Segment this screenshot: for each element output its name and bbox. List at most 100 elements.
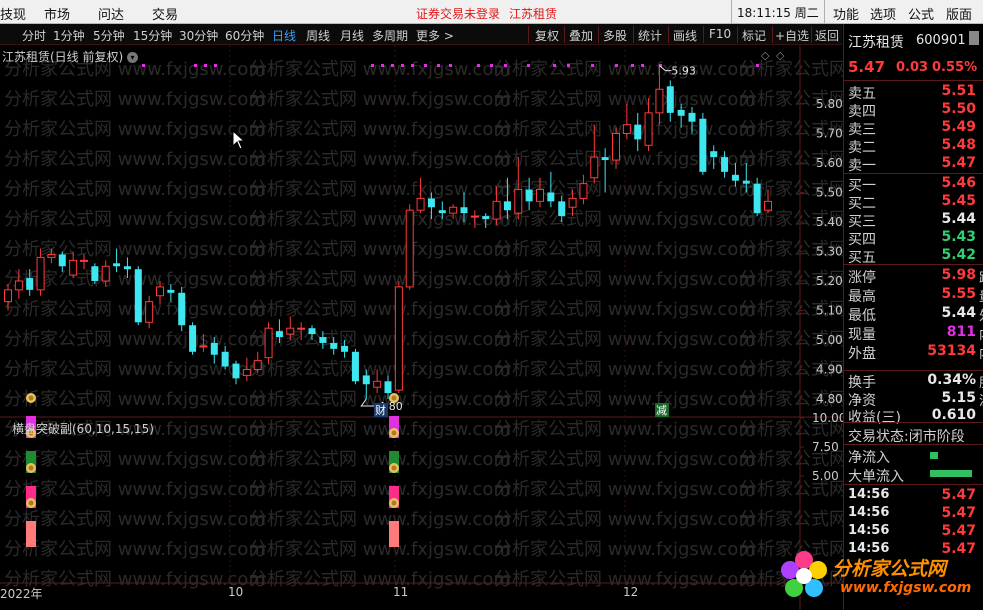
tool-add-watchlist-button[interactable]: +自选 [775,27,809,44]
fin-row[interactable]: 换手0.34%股 [848,372,983,391]
tool-multistock-button[interactable]: 多股 [603,27,627,44]
candle-body-down [742,180,750,184]
indicator-title[interactable]: 横盘突破副(60,10,15,15) [12,420,154,437]
menu-item-options[interactable]: 选项 [870,4,896,23]
candle-body-up [579,183,588,199]
candle-body-down [167,289,175,293]
menu-item-formula[interactable]: 公式 [908,4,934,23]
kline-chart[interactable]: 分析家公式网 www.fxjgsw.com 分析家公式网 www.fxjgsw.c… [0,45,843,610]
candle-body-down [634,124,642,140]
tick-price: 5.47 [941,523,976,539]
period-tab-1min[interactable]: 1分钟 [53,27,85,44]
menu-item-ask[interactable]: 问达 [98,4,124,23]
candle-body-down [688,112,696,122]
menu-item-market[interactable]: 市场 [44,4,70,23]
tool-drawline-button[interactable]: 画线 [673,27,697,44]
toolbar-divider [811,26,812,43]
candle-body-down [677,109,685,116]
fin-row-extra: 流 [979,390,983,409]
tool-f10-button[interactable]: F10 [709,27,731,41]
watermark-text: 分析家公式网 www.fxjgsw.com [249,149,511,170]
panel-divider [844,173,983,174]
period-tab-multi[interactable]: 多周期 [372,27,408,44]
tool-back-button[interactable]: 返回 [815,27,839,44]
tick-price: 5.47 [941,505,976,521]
login-notice[interactable]: 证券交易未登录 [416,5,500,22]
fin-row[interactable]: 净资5.15流 [848,390,983,409]
period-tab-daily[interactable]: 日线 [272,27,296,44]
panel-toggle-icon[interactable] [969,31,979,45]
bid-row[interactable]: 买五 5.42 [848,247,980,266]
stat-row[interactable]: 涨停 5.98跌 [848,267,983,286]
period-tab-monthly[interactable]: 月线 [340,27,364,44]
signal-dot [214,64,217,67]
coin-icon-center [28,500,34,506]
ask-row-value: 5.51 [941,83,976,99]
bid-row[interactable]: 买一 5.46 [848,175,980,194]
fin-row-value: 0.610 [931,407,976,423]
period-tab-60min[interactable]: 60分钟 [225,27,264,44]
price-tick-label: 4.90 [816,363,843,377]
candle-body-up [612,133,620,161]
menu-bar: 技现 市场 问达 交易 证券交易未登录 江苏租赁 18:11:15 周二 功能 … [0,0,983,24]
stock-name-header: 江苏租赁 [509,7,558,21]
tool-overlay-button[interactable]: 叠加 [569,27,593,44]
ask-row-label: 卖二 [848,140,876,156]
event-badge-reduce-label: 减 [656,404,667,417]
ask-row[interactable]: 卖四 5.50 [848,101,980,120]
tool-mark-button[interactable]: 标记 [742,27,766,44]
stat-row[interactable]: 现量 811内 [848,324,983,343]
stat-row-value: 5.44 [941,305,976,321]
bid-row[interactable]: 买三 5.44 [848,211,980,230]
clock: 18:11:15 周二 [737,6,819,20]
trade-status-value: 闭市阶段 [908,429,965,445]
ask-row[interactable]: 卖三 5.49 [848,119,980,138]
chevron-down-icon[interactable]: ▾ [127,52,139,63]
stat-row[interactable]: 外盘 53134内 [848,343,983,362]
stat-row-value: 5.98 [941,267,976,283]
period-tab-weekly[interactable]: 周线 [306,27,330,44]
ask-row[interactable]: 卖一 5.47 [848,155,980,174]
coin-icon-center [28,465,34,471]
watermark-text: 分析家公式网 www.fxjgsw.com [4,179,266,200]
bid-row[interactable]: 买二 5.45 [848,193,980,212]
signal-dot [204,64,207,67]
watermark-text: 分析家公式网 www.fxjgsw.com [4,89,266,110]
watermark-text: 分析家公式网 www.fxjgsw.com [249,479,511,500]
price-tick-label: 5.40 [816,215,843,229]
trade-status-label: 交易状态: [848,429,909,445]
period-tab-5min[interactable]: 5分钟 [93,27,125,44]
tick-row: 14:56 5.47 [848,487,980,505]
menu-item-layout[interactable]: 版面 [946,4,972,23]
watermark-text: 分析家公式网 www.fxjgsw.com [249,299,511,320]
panel-divider [844,370,983,371]
signal-dot [194,64,197,67]
watermark-text: 分析家公式网 www.fxjgsw.com [4,449,266,470]
stat-row[interactable]: 最高 5.55量 [848,286,983,305]
tool-adjust-button[interactable]: 复权 [535,27,559,44]
signal-dot [449,64,452,67]
bid-row[interactable]: 买四 5.43 [848,229,980,248]
period-tab-15min[interactable]: 15分钟 [133,27,172,44]
signal-dot [401,64,404,67]
menu-item-function[interactable]: 功能 [833,4,859,23]
period-tab-intraday[interactable]: 分时 [22,27,46,44]
stat-row-value: 53134 [927,343,976,359]
signal-dot [411,64,414,67]
candle-body-down [134,269,142,323]
event-badge-finance-label: 财 [375,403,386,417]
chart-title[interactable]: 江苏租赁(日线 前复权) ▾ [2,48,139,65]
ask-row-value: 5.49 [941,119,976,135]
fin-row-extra: 股 [979,372,983,391]
stat-row[interactable]: 最低 5.44外 [848,305,983,324]
menu-item-tech[interactable]: 技现 [0,4,26,23]
tool-stats-button[interactable]: 统计 [638,27,662,44]
menu-item-trade[interactable]: 交易 [152,4,178,23]
ask-row[interactable]: 卖二 5.48 [848,137,980,156]
ask-row[interactable]: 卖五 5.51 [848,83,980,102]
period-tab-30min[interactable]: 30分钟 [179,27,218,44]
period-tab-more[interactable]: 更多 > [416,27,454,44]
candle-body-up [4,289,12,303]
price-tick-label: 4.80 [816,392,843,406]
price-tick-label: 5.20 [816,274,843,288]
